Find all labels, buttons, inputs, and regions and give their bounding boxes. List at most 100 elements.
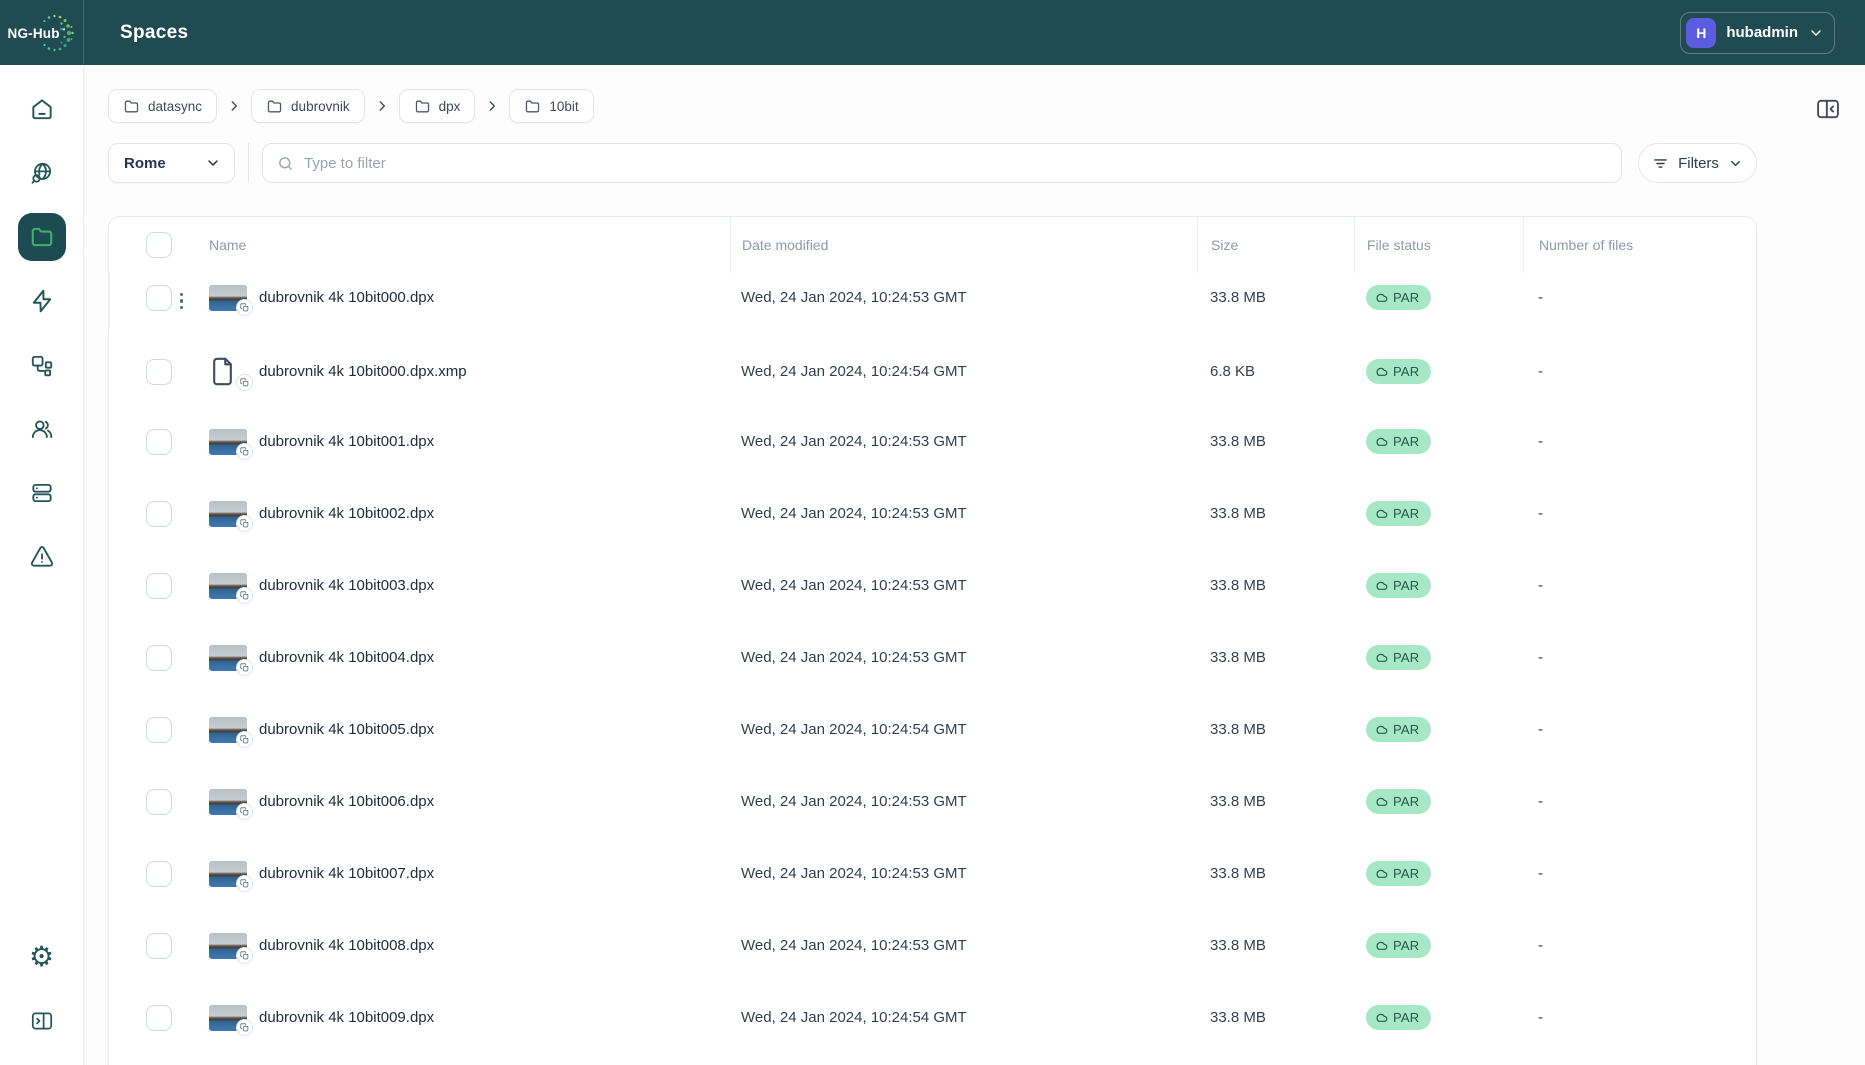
- row-checkbox[interactable]: [146, 573, 172, 599]
- number-of-files: -: [1538, 433, 1543, 450]
- chevron-down-icon: [1808, 25, 1824, 41]
- status-label: PAR: [1393, 794, 1419, 809]
- row-checkbox[interactable]: [146, 501, 172, 527]
- status-label: PAR: [1393, 1010, 1419, 1025]
- file-name[interactable]: dubrovnik 4k 10bit006.dpx: [259, 793, 434, 810]
- file-thumbnail: [209, 717, 247, 743]
- table-row[interactable]: dubrovnik 4k 10bit004.dpx Wed, 24 Jan 20…: [109, 633, 1756, 705]
- sidebar-item-alerts[interactable]: [18, 533, 66, 581]
- copy-versions-icon: [240, 879, 249, 888]
- row-checkbox[interactable]: [146, 717, 172, 743]
- search-icon: [277, 155, 294, 172]
- column-header-size[interactable]: Size: [1197, 217, 1354, 273]
- table-row[interactable]: dubrovnik 4k 10bit005.dpx Wed, 24 Jan 20…: [109, 705, 1756, 777]
- column-header-date-modified[interactable]: Date modified: [730, 217, 1197, 273]
- breadcrumb-item-dpx[interactable]: dpx: [399, 89, 476, 123]
- file-date-modified: Wed, 24 Jan 2024, 10:24:54 GMT: [730, 363, 1197, 380]
- sidebar-item-storage[interactable]: [18, 469, 66, 517]
- table-row[interactable]: dubrovnik 4k 10bit008.dpx Wed, 24 Jan 20…: [109, 921, 1756, 993]
- file-doc-icon-wrap: [209, 355, 247, 389]
- table-row[interactable]: dubrovnik 4k 10bit006.dpx Wed, 24 Jan 20…: [109, 777, 1756, 849]
- number-of-files: -: [1538, 865, 1543, 882]
- filters-button[interactable]: Filters: [1638, 143, 1757, 183]
- file-name[interactable]: dubrovnik 4k 10bit000.dpx: [259, 289, 434, 306]
- file-name[interactable]: dubrovnik 4k 10bit004.dpx: [259, 649, 434, 666]
- select-all-checkbox[interactable]: [146, 232, 172, 258]
- row-checkbox[interactable]: [146, 645, 172, 671]
- file-size: 33.8 MB: [1197, 793, 1354, 810]
- table-row[interactable]: dubrovnik 4k 10bit000.dpx.xmp Wed, 24 Ja…: [109, 345, 1756, 417]
- copy-versions-icon: [240, 807, 249, 816]
- breadcrumb: datasync dubrovnik dpx 10bit: [108, 89, 1757, 123]
- table-row[interactable]: dubrovnik 4k 10bit002.dpx Wed, 24 Jan 20…: [109, 489, 1756, 561]
- sidebar-item-users[interactable]: [18, 405, 66, 453]
- breadcrumb-item-dubrovnik[interactable]: dubrovnik: [251, 89, 365, 123]
- space-icon: [123, 98, 140, 115]
- row-checkbox[interactable]: [146, 789, 172, 815]
- panel-expand-icon: [29, 1008, 55, 1034]
- sidebar-collapse-toggle[interactable]: [18, 997, 66, 1045]
- file-date-modified: Wed, 24 Jan 2024, 10:24:53 GMT: [730, 577, 1197, 594]
- breadcrumb-label: datasync: [148, 99, 202, 114]
- folder-icon: [29, 224, 55, 250]
- file-thumbnail: [209, 933, 247, 959]
- sidebar-item-files[interactable]: [18, 213, 66, 261]
- toolbar: Rome Filters: [108, 143, 1757, 183]
- space-selector[interactable]: Rome: [108, 143, 235, 183]
- column-header-number-of-files[interactable]: Number of files: [1523, 217, 1756, 273]
- file-name[interactable]: dubrovnik 4k 10bit008.dpx: [259, 937, 434, 954]
- table-row[interactable]: dubrovnik 4k 10bit003.dpx Wed, 24 Jan 20…: [109, 561, 1756, 633]
- file-size: 33.8 MB: [1197, 1009, 1354, 1026]
- file-name[interactable]: dubrovnik 4k 10bit007.dpx: [259, 865, 434, 882]
- row-checkbox[interactable]: [146, 933, 172, 959]
- right-panel-toggle[interactable]: [1808, 91, 1848, 127]
- file-name[interactable]: dubrovnik 4k 10bit001.dpx: [259, 433, 434, 450]
- column-header-name[interactable]: Name: [209, 217, 730, 273]
- file-name[interactable]: dubrovnik 4k 10bit003.dpx: [259, 577, 434, 594]
- status-badge: PAR: [1366, 285, 1431, 310]
- sidebar-item-workflows[interactable]: [18, 341, 66, 389]
- cloud-icon: [1375, 291, 1388, 304]
- file-thumbnail: [209, 501, 247, 527]
- file-name[interactable]: dubrovnik 4k 10bit002.dpx: [259, 505, 434, 522]
- table-row[interactable]: dubrovnik 4k 10bit007.dpx Wed, 24 Jan 20…: [109, 849, 1756, 921]
- row-checkbox[interactable]: [146, 1005, 172, 1031]
- row-checkbox[interactable]: [146, 285, 172, 311]
- file-size: 33.8 MB: [1197, 865, 1354, 882]
- chevron-right-icon: [375, 99, 389, 113]
- search-input[interactable]: [304, 155, 1607, 172]
- document-icon: [209, 356, 236, 387]
- cloud-icon: [1375, 579, 1388, 592]
- table-row[interactable]: dubrovnik 4k 10bit000.dpx Wed, 24 Jan 20…: [109, 273, 1756, 345]
- file-name[interactable]: dubrovnik 4k 10bit000.dpx.xmp: [259, 363, 467, 380]
- file-size: 33.8 MB: [1197, 577, 1354, 594]
- table-row[interactable]: dubrovnik 4k 10bit001.dpx Wed, 24 Jan 20…: [109, 417, 1756, 489]
- file-name[interactable]: dubrovnik 4k 10bit009.dpx: [259, 1009, 434, 1026]
- sidebar-item-discover[interactable]: [18, 149, 66, 197]
- file-thumbnail: [209, 573, 247, 599]
- status-badge: PAR: [1366, 717, 1431, 742]
- copy-versions-icon: [240, 303, 249, 312]
- column-header-file-status[interactable]: File status: [1354, 217, 1523, 273]
- sidebar-item-home[interactable]: [18, 85, 66, 133]
- row-checkbox[interactable]: [146, 429, 172, 455]
- status-badge: PAR: [1366, 861, 1431, 886]
- user-menu[interactable]: H hubadmin: [1680, 12, 1835, 54]
- sidebar-item-settings[interactable]: ⚙: [18, 933, 66, 981]
- table-row[interactable]: dubrovnik 4k 10bit009.dpx Wed, 24 Jan 20…: [109, 993, 1756, 1065]
- cloud-icon: [1375, 1011, 1388, 1024]
- lightning-icon: [29, 288, 55, 314]
- file-size: 33.8 MB: [1197, 721, 1354, 738]
- row-checkbox[interactable]: [146, 359, 172, 385]
- storage-icon: [29, 480, 55, 506]
- file-name[interactable]: dubrovnik 4k 10bit005.dpx: [259, 721, 434, 738]
- status-label: PAR: [1393, 364, 1419, 379]
- breadcrumb-separator: [485, 99, 499, 113]
- logo-text: NG-Hub™: [8, 26, 66, 41]
- breadcrumb-item-10bit[interactable]: 10bit: [509, 89, 593, 123]
- file-size: 33.8 MB: [1197, 505, 1354, 522]
- breadcrumb-item-datasync[interactable]: datasync: [108, 89, 217, 123]
- sidebar-item-activity[interactable]: [18, 277, 66, 325]
- home-icon: [29, 96, 55, 122]
- row-checkbox[interactable]: [146, 861, 172, 887]
